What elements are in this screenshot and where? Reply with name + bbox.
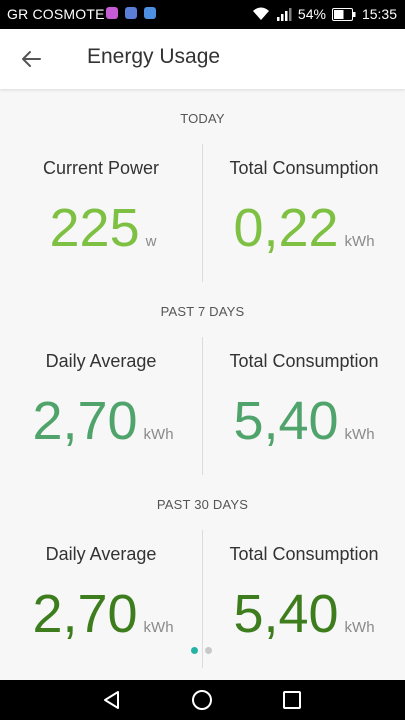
wifi-icon: [252, 7, 269, 20]
week-daily-average-label: Daily Average: [45, 351, 157, 371]
section-title-past-7-days: PAST 7 DAYS: [160, 304, 245, 319]
week-total-consumption-unit: kWh: [344, 426, 375, 443]
month-total-consumption-value: 5,40: [233, 584, 339, 644]
week-total-consumption-value-row: 5,40 kWh: [204, 394, 404, 448]
nav-back-button[interactable]: [99, 688, 125, 712]
recents-square-icon: [283, 691, 301, 709]
arrow-back-icon: [22, 51, 41, 67]
clock-time: 15:35: [361, 6, 397, 22]
week-total-consumption-label: Total Consumption: [229, 351, 379, 371]
section-title-past-30-days: PAST 30 DAYS: [156, 497, 249, 512]
current-power-label: Current Power: [42, 158, 160, 178]
month-total-consumption-unit: kWh: [344, 619, 375, 636]
section-title-today: TODAY: [180, 111, 225, 126]
page-indicator: [191, 647, 212, 654]
month-daily-average-unit: kWh: [143, 619, 174, 636]
today-total-consumption-label: Total Consumption: [229, 158, 379, 178]
month-daily-average-value-row: 2,70 kWh: [3, 587, 203, 641]
app-bar: Energy Usage: [0, 29, 405, 89]
app-notification-icon: [125, 7, 137, 19]
today-total-consumption-value: 0,22: [233, 198, 339, 258]
back-triangle-icon: [104, 691, 119, 709]
week-total-consumption-value: 5,40: [233, 391, 339, 451]
back-button[interactable]: [14, 43, 48, 75]
week-daily-average-value: 2,70: [32, 391, 138, 451]
page-indicator-dot[interactable]: [205, 647, 212, 654]
month-daily-average-value: 2,70: [32, 584, 138, 644]
carrier-name: GR COSMOTE: [7, 6, 105, 22]
system-navigation-bar: [0, 680, 405, 720]
page-indicator-dot-active[interactable]: [191, 647, 198, 654]
current-power-value-row: 225 w: [3, 201, 203, 255]
nav-home-button[interactable]: [189, 688, 215, 712]
nav-recents-button[interactable]: [279, 688, 305, 712]
battery-percent: 54%: [297, 6, 326, 22]
instagram-notification-icon: [106, 7, 118, 19]
month-daily-average-label: Daily Average: [45, 544, 157, 564]
current-power-value: 225: [49, 198, 140, 258]
current-power-unit: w: [145, 233, 157, 250]
signal-icon: [276, 8, 292, 21]
week-daily-average-value-row: 2,70 kWh: [3, 394, 203, 448]
home-circle-icon: [192, 690, 212, 710]
today-total-consumption-unit: kWh: [344, 233, 375, 250]
month-total-consumption-label: Total Consumption: [229, 544, 379, 564]
status-bar: GR COSMOTE 54% 15:35: [0, 0, 405, 29]
month-total-consumption-value-row: 5,40 kWh: [204, 587, 404, 641]
battery-icon: [331, 7, 356, 21]
page-title: Energy Usage: [87, 45, 221, 68]
week-daily-average-unit: kWh: [143, 426, 174, 443]
today-total-consumption-value-row: 0,22 kWh: [204, 201, 404, 255]
message-notification-icon: [144, 7, 156, 19]
